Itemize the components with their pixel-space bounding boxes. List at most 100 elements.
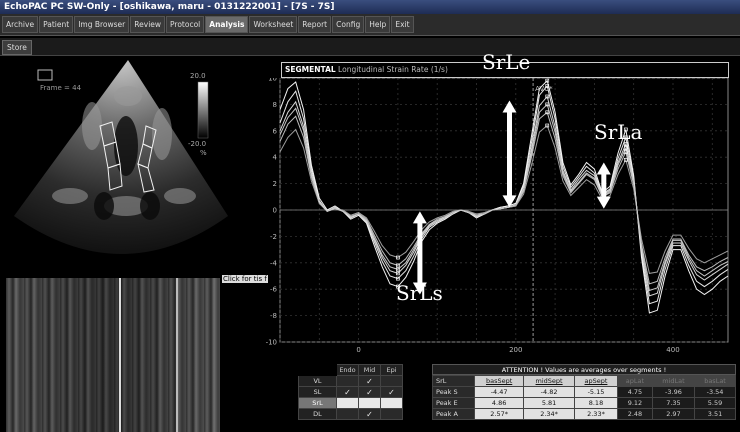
menu-exit[interactable]: Exit [391, 16, 414, 33]
check-icon: ✓ [366, 376, 373, 386]
mmode-marker-line [119, 278, 121, 432]
chart-header-subtitle: Longitudinal Strain Rate (1/s) [335, 65, 448, 74]
chart-header-title: SEGMENTAL [285, 65, 336, 74]
results-row: Peak S -4.47 -4.82 -5.15 4.75 -3.96 -3.54 [432, 386, 736, 398]
menu-analysis[interactable]: Analysis [205, 16, 249, 33]
segment-checkbox[interactable]: ✓ [336, 386, 359, 398]
segment-checkbox[interactable]: ✓ [358, 408, 381, 420]
segment-row-label[interactable]: DL [298, 408, 337, 420]
segment-table-corner [298, 364, 337, 376]
results-cell: -4.82 [523, 386, 575, 398]
results-col-header[interactable]: midSept [523, 375, 575, 387]
echopac-window: EchoPAC PC SW-Only - [oshikawa, maru - 0… [0, 0, 740, 432]
y-tick-label: -4 [270, 259, 278, 267]
results-cell: -4.47 [473, 386, 525, 398]
results-cell: -3.96 [651, 386, 696, 398]
segment-checkbox[interactable] [380, 397, 403, 409]
menu-report[interactable]: Report [298, 16, 332, 33]
results-table: SrL basSept midSept apSept apLat midLat basLat… [432, 375, 736, 420]
y-tick-label: 2 [273, 180, 277, 188]
results-col-header[interactable]: midLat [651, 375, 696, 387]
menu-help[interactable]: Help [365, 16, 391, 33]
grayscale-colorbar [197, 81, 209, 139]
results-cell: 2.34* [523, 408, 575, 420]
results-col-header[interactable]: basLat [694, 375, 736, 387]
menu-patient[interactable]: Patient [39, 16, 74, 33]
results-row-label: Peak A [432, 408, 475, 420]
segment-row-label[interactable]: SrL [298, 397, 337, 409]
attention-banner: ATTENTION ! Values are averages over seg… [432, 364, 736, 375]
segment-col-header: Mid [358, 364, 381, 376]
segment-checkbox[interactable] [380, 408, 403, 420]
frame-label: Frame = 44 [40, 84, 82, 92]
srls-label: SrLs [396, 281, 443, 305]
results-cell: 5.59 [694, 397, 736, 409]
segment-checkbox[interactable]: ✓ [380, 386, 403, 398]
segment-table-row: SL ✓ ✓ ✓ [298, 386, 403, 398]
mmode-shading [6, 278, 220, 432]
results-cell: -5.15 [573, 386, 619, 398]
results-col-header[interactable]: basSept [473, 375, 525, 387]
results-row-label: Peak S [432, 386, 475, 398]
results-cell: 9.12 [617, 397, 653, 409]
scale-top-label: 20.0 [190, 72, 206, 80]
results-col-header[interactable]: apSept [573, 375, 619, 387]
segment-checkbox[interactable] [336, 375, 359, 387]
menu-worksheet[interactable]: Worksheet [249, 16, 298, 33]
menu-review[interactable]: Review [130, 16, 166, 33]
menu-archive[interactable]: Archive [2, 16, 39, 33]
y-tick-label: 8 [273, 101, 277, 109]
segment-row-label[interactable]: VL [298, 375, 337, 387]
segment-col-header: Endo [336, 364, 359, 376]
main-menu-bar: Archive Patient Img Browser Review Protocol A… [0, 14, 740, 36]
segment-table-row: DL ✓ [298, 408, 403, 420]
echo-sector-image: Frame = 44 20.0 -20.0 % [14, 60, 228, 254]
y-tick-label: -10 [266, 339, 277, 347]
segment-selection-table: Endo Mid Epi VL ✓ SL ✓ ✓ ✓ SrL DL ✓ [298, 364, 403, 420]
segment-row-label[interactable]: SL [298, 386, 337, 398]
check-icon: ✓ [388, 387, 395, 397]
segment-checkbox[interactable] [336, 397, 359, 409]
menu-img-browser[interactable]: Img Browser [74, 16, 130, 33]
results-row: Peak E 4.86 5.81 8.18 9.12 7.35 5.59 [432, 397, 736, 409]
x-tick-label: 400 [666, 346, 679, 354]
results-cell: 5.81 [523, 397, 575, 409]
y-tick-label: 0 [273, 207, 277, 215]
results-cell: 2.33* [573, 408, 619, 420]
segment-checkbox[interactable] [358, 397, 381, 409]
segment-checkbox[interactable] [380, 375, 403, 387]
results-cell: 7.35 [651, 397, 696, 409]
segment-checkbox[interactable] [336, 408, 359, 420]
srle-label: SrLe [482, 50, 531, 74]
results-cell: 4.75 [617, 386, 653, 398]
menu-protocol[interactable]: Protocol [166, 16, 205, 33]
scale-bottom-label: -20.0 [188, 140, 206, 148]
y-tick-label: 4 [273, 154, 278, 162]
echo-image-panel[interactable]: Frame = 44 20.0 -20.0 % [0, 56, 232, 276]
y-tick-label: -8 [270, 312, 277, 320]
srla-label: SrLa [594, 120, 643, 144]
check-icon: ✓ [366, 387, 373, 397]
mmode-marker-line [176, 278, 178, 432]
results-cell: 2.97 [651, 408, 696, 420]
results-panel: ATTENTION ! Values are averages over seg… [432, 364, 736, 420]
mmode-image-panel[interactable] [6, 278, 220, 432]
segment-col-header: Epi [380, 364, 403, 376]
results-col-header[interactable]: apLat [617, 375, 653, 387]
menu-config[interactable]: Config [332, 16, 365, 33]
segment-checkbox[interactable]: ✓ [358, 386, 381, 398]
scale-unit-label: % [200, 149, 207, 157]
results-cell: 4.86 [473, 397, 525, 409]
strain-rate-chart[interactable]: AVC*1086420-2-4-6-8-100 200 400 [258, 78, 736, 360]
results-cell: 3.51 [694, 408, 736, 420]
store-button[interactable]: Store [2, 40, 32, 55]
y-tick-label: 6 [273, 127, 278, 135]
y-tick-label: 10 [268, 78, 277, 83]
results-row-label: Peak E [432, 397, 475, 409]
segment-table-row: VL ✓ [298, 375, 403, 387]
segment-table-row: SrL [298, 397, 403, 409]
x-tick-label: 200 [509, 346, 522, 354]
results-row: Peak A 2.57* 2.34* 2.33* 2.48 2.97 3.51 [432, 408, 736, 420]
segment-checkbox[interactable]: ✓ [358, 375, 381, 387]
y-tick-label: -2 [270, 233, 277, 241]
